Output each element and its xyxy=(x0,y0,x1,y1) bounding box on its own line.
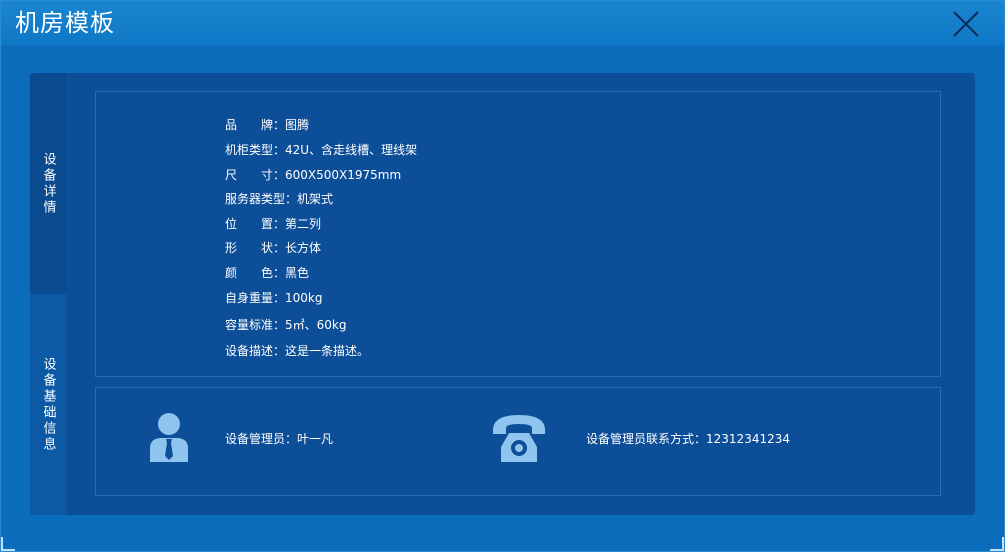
detail-box: 品 牌：图腾 机柜类型：42U、含走线槽、理线架 尺 寸：600X500X197… xyxy=(95,91,941,377)
phone-icon xyxy=(493,415,545,462)
tab-device-basic-info-label: 设备基础信息 xyxy=(40,357,56,453)
detail-row-shape: 形 状：长方体 xyxy=(225,241,322,255)
tab-device-basic-info[interactable]: 设备基础信息 xyxy=(30,295,66,515)
corner-bottom-left xyxy=(1,537,15,551)
detail-row-size: 尺 寸：600X500X1975mm xyxy=(225,168,402,182)
contact-box: 设备管理员：叶一凡 设备管理员联系方式：12312341234 xyxy=(95,387,941,496)
detail-row-weight: 自身重量：100kg xyxy=(225,291,323,305)
detail-row-brand: 品 牌：图腾 xyxy=(225,118,310,132)
detail-value: 长方体 xyxy=(285,241,322,255)
side-tabs: 设备详情 设备基础信息 xyxy=(30,73,66,515)
dialog-title: 机房模板 xyxy=(15,9,115,37)
detail-value: 机架式 xyxy=(297,192,334,206)
admin-phone-info: 设备管理员联系方式：12312341234 xyxy=(586,432,790,446)
detail-value: 42U、含走线槽、理线架 xyxy=(285,143,418,157)
detail-value: 100kg xyxy=(285,291,323,305)
title-bar: 机房模板 xyxy=(1,1,1004,45)
admin-info: 设备管理员：叶一凡 xyxy=(225,432,334,446)
detail-value: 5㎡、60kg xyxy=(285,318,347,332)
user-icon xyxy=(150,413,188,462)
corner-bottom-right xyxy=(990,537,1004,551)
close-icon[interactable] xyxy=(952,10,980,38)
detail-value: 第二列 xyxy=(285,217,322,231)
detail-row-server-type: 服务器类型：机架式 xyxy=(225,192,334,206)
tab-device-details-label: 设备详情 xyxy=(40,151,56,216)
detail-row-cabinet-type: 机柜类型：42U、含走线槽、理线架 xyxy=(225,143,418,157)
device-dialog: 机房模板 设备详情 设备基础信息 品 牌：图腾 机柜类型：42U、含走线槽、理线… xyxy=(0,0,1005,552)
admin-name: 叶一凡 xyxy=(297,432,334,446)
detail-value: 图腾 xyxy=(285,118,310,132)
tab-device-details[interactable]: 设备详情 xyxy=(30,73,66,294)
content-panel: 设备详情 设备基础信息 品 牌：图腾 机柜类型：42U、含走线槽、理线架 尺 寸… xyxy=(30,73,975,515)
detail-row-position: 位 置：第二列 xyxy=(225,217,322,231)
detail-value: 600X500X1975mm xyxy=(285,168,402,182)
detail-row-capacity: 容量标准：5㎡、60kg xyxy=(225,318,347,332)
detail-row-description: 设备描述：这是一条描述。 xyxy=(225,344,370,358)
detail-row-color: 颜 色：黑色 xyxy=(225,266,310,280)
detail-value: 黑色 xyxy=(285,266,310,280)
detail-value: 这是一条描述。 xyxy=(285,344,370,358)
admin-phone: 12312341234 xyxy=(706,432,790,446)
